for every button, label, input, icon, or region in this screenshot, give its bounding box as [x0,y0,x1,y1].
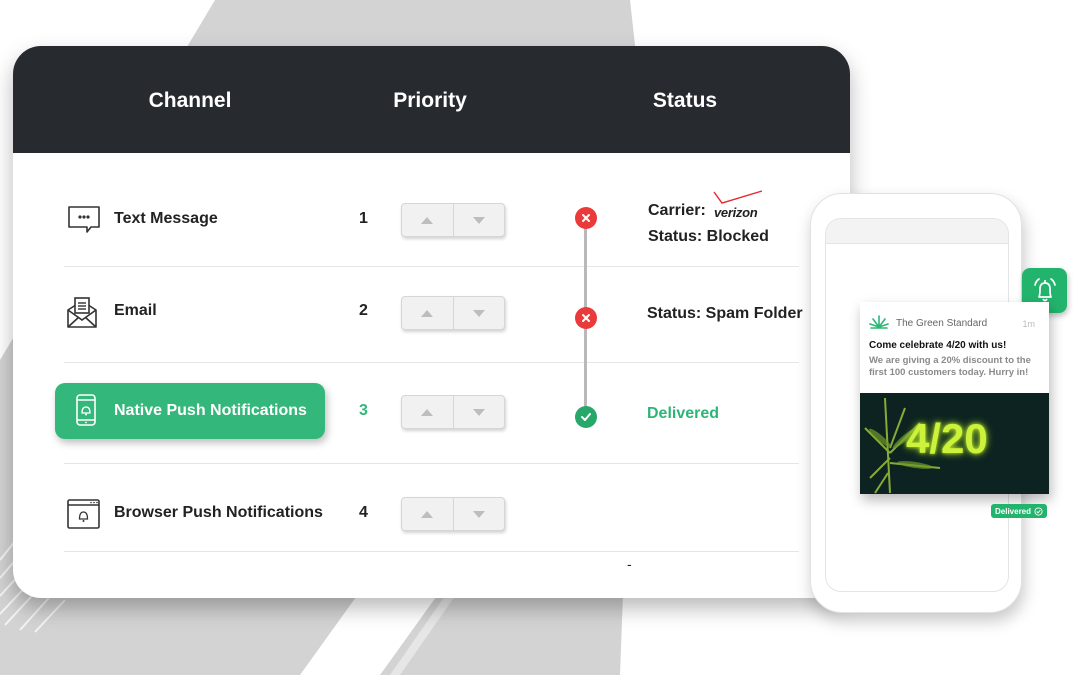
mobile-bell-icon [76,394,96,426]
priority-number: 1 [359,210,368,227]
arrow-up-icon [421,216,434,224]
verizon-check-icon [713,190,763,204]
move-down-button[interactable] [452,396,505,428]
error-status-dot [575,207,597,229]
priority-stepper [401,395,505,429]
channel-label: Email [114,302,157,319]
delivered-badge: Delivered [991,504,1048,518]
browser-bell-icon [67,499,100,529]
row-divider [64,463,799,464]
check-icon [581,413,591,421]
carrier-label: Carrier: [648,202,706,219]
move-down-button[interactable] [452,498,505,530]
bell-ringing-icon [1033,277,1056,301]
x-icon [582,214,590,222]
phone-status-bar [826,219,1008,244]
check-circle-icon [1034,506,1043,516]
priority-number: 4 [359,504,368,521]
header-status: Status [652,89,718,112]
arrow-up-icon [421,408,434,416]
envelope-icon [67,297,97,328]
status-spam-folder: Status: Spam Folder [647,305,803,322]
footer-dash: - [627,556,632,572]
notification-title: Come celebrate 4/20 with us! [869,340,1007,351]
priority-number: 3 [359,402,368,419]
priority-number: 2 [359,302,368,319]
priority-stepper [401,296,505,330]
row-divider [64,551,799,552]
notification-time: 1m [1022,319,1035,329]
arrow-up-icon [421,309,434,317]
move-up-button[interactable] [402,498,453,530]
notification-image-text: 4/20 [906,415,988,462]
error-status-dot [575,307,597,329]
arrow-up-icon [421,510,434,518]
arrow-down-icon [472,408,485,416]
cannabis-leaf-logo-icon [869,315,889,329]
header-priority: Priority [393,89,467,112]
chat-bubble-icon [68,206,100,233]
arrow-down-icon [472,216,485,224]
priority-stepper [401,497,505,531]
x-icon [582,314,590,322]
arrow-down-icon [472,309,485,317]
notification-brand: The Green Standard [896,318,988,329]
delivered-badge-label: Delivered [995,506,1032,516]
move-up-button[interactable] [402,396,453,428]
header-channel: Channel [148,89,232,112]
move-up-button[interactable] [402,204,453,236]
push-notification-card[interactable]: The Green Standard 1m Come celebrate 4/2… [860,302,1049,494]
channel-label: Browser Push Notifications [114,504,323,521]
notification-image: 4/20 [860,393,1049,494]
move-down-button[interactable] [452,204,505,236]
verizon-wordmark: verizon [714,205,758,220]
row-divider [64,362,799,363]
move-down-button[interactable] [452,297,505,329]
success-status-dot [575,406,597,428]
status-blocked: Status: Blocked [648,228,769,245]
move-up-button[interactable] [402,297,453,329]
arrow-down-icon [472,510,485,518]
status-delivered: Delivered [647,405,720,422]
table-header: Channel Priority Status [13,46,850,153]
channel-label: Text Message [114,210,218,227]
row-divider [64,266,799,267]
channel-label: Native Push Notifications [114,402,307,419]
channel-priority-table: Channel Priority Status Text Message 1 E… [13,46,850,598]
priority-stepper [401,203,505,237]
notification-body: We are giving a 20% discount to the firs… [869,355,1031,378]
